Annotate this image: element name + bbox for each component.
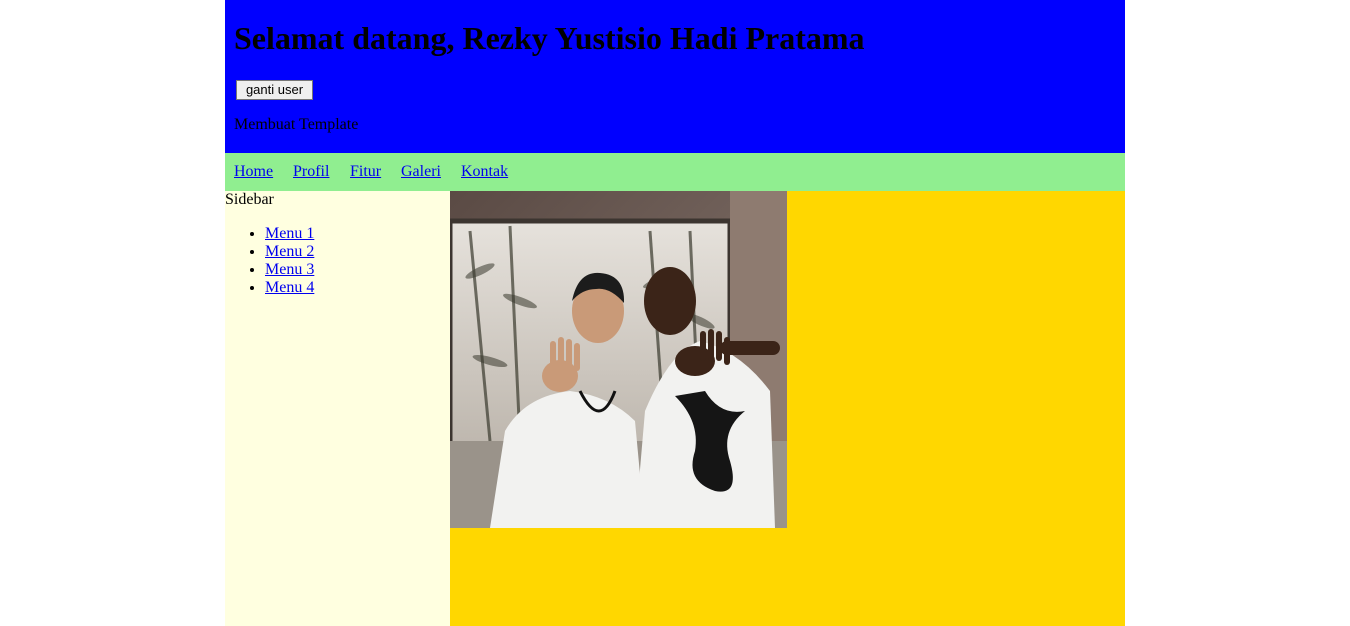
header: Selamat datang, Rezky Yustisio Hadi Prat…: [225, 0, 1125, 153]
nav-bar: Home Profil Fitur Galeri Kontak: [225, 153, 1125, 191]
sidebar-menu: Menu 1 Menu 2 Menu 3 Menu 4: [225, 225, 314, 297]
nav-item-fitur[interactable]: Fitur: [350, 163, 381, 181]
sidebar-item-menu-1: Menu 1: [265, 225, 314, 243]
sidebar-link-menu-3[interactable]: Menu 3: [265, 261, 314, 278]
sidebar-title: Sidebar: [225, 191, 274, 208]
sidebar-item-menu-4: Menu 4: [265, 279, 314, 297]
nav-item-galeri[interactable]: Galeri: [401, 163, 441, 181]
main-content: [450, 191, 1125, 626]
page-container: Selamat datang, Rezky Yustisio Hadi Prat…: [225, 0, 1125, 626]
sidebar-item-menu-2: Menu 2: [265, 243, 314, 261]
page-title: Selamat datang, Rezky Yustisio Hadi Prat…: [234, 20, 865, 56]
photo-image: [450, 191, 787, 528]
sidebar-link-menu-1[interactable]: Menu 1: [265, 225, 314, 242]
sidebar-link-menu-4[interactable]: Menu 4: [265, 279, 314, 296]
nav-item-home[interactable]: Home: [234, 163, 273, 181]
sidebar-link-menu-2[interactable]: Menu 2: [265, 243, 314, 260]
nav-item-kontak[interactable]: Kontak: [461, 163, 508, 181]
header-subtitle: Membuat Template: [234, 116, 359, 133]
switch-user-button[interactable]: ganti user: [236, 80, 313, 100]
sidebar: Sidebar Menu 1 Menu 2 Menu 3 Menu 4: [225, 191, 450, 626]
sidebar-item-menu-3: Menu 3: [265, 261, 314, 279]
nav-item-profil[interactable]: Profil: [293, 163, 329, 181]
